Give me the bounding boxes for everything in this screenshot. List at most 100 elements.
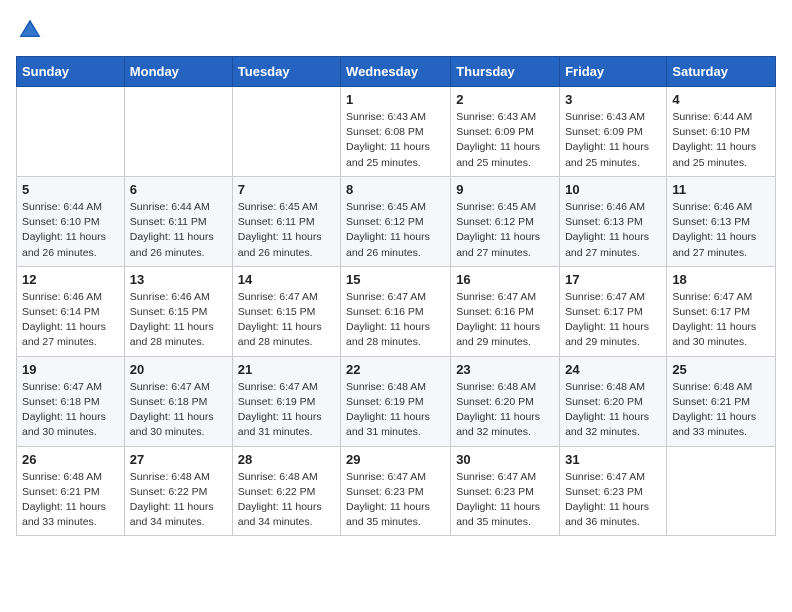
calendar-cell: 25Sunrise: 6:48 AMSunset: 6:21 PMDayligh…: [667, 356, 776, 446]
day-info: Sunrise: 6:47 AMSunset: 6:23 PMDaylight:…: [456, 470, 554, 531]
calendar-cell: 4 Sunrise: 6:44 AMSunset: 6:10 PMDaylight…: [667, 87, 776, 177]
day-number: 31: [565, 452, 661, 467]
calendar-cell: 28 Sunrise: 6:48 AMSunset: 6:22 PMDayligh…: [232, 446, 340, 536]
calendar-cell: [124, 87, 232, 177]
day-info: Sunrise: 6:47 AMSunset: 6:23 PMDaylight:…: [565, 470, 661, 531]
day-number: 24: [565, 362, 661, 377]
day-number: 9: [456, 182, 554, 197]
calendar-cell: 9 Sunrise: 6:45 AMSunset: 6:12 PMDaylight…: [451, 176, 560, 266]
day-number: 18: [672, 272, 770, 287]
calendar-week-row: 1 Sunrise: 6:43 AMSunset: 6:08 PMDaylight…: [17, 87, 776, 177]
day-info: Sunrise: 6:47 AMSunset: 6:18 PMDaylight:…: [22, 380, 119, 441]
day-number: 25: [672, 362, 770, 377]
day-header-friday: Friday: [560, 57, 667, 87]
day-number: 22: [346, 362, 445, 377]
calendar-cell: 16Sunrise: 6:47 AMSunset: 6:16 PMDayligh…: [451, 266, 560, 356]
calendar-cell: 29 Sunrise: 6:47 AMSunset: 6:23 PMDayligh…: [341, 446, 451, 536]
day-info: Sunrise: 6:47 AMSunset: 6:15 PMDaylight:…: [238, 290, 335, 351]
page-header: [16, 16, 776, 44]
day-number: 2: [456, 92, 554, 107]
day-number: 14: [238, 272, 335, 287]
day-info: Sunrise: 6:45 AMSunset: 6:12 PMDaylight:…: [346, 200, 445, 261]
day-number: 5: [22, 182, 119, 197]
day-header-monday: Monday: [124, 57, 232, 87]
day-number: 29: [346, 452, 445, 467]
calendar-cell: 11 Sunrise: 6:46 AMSunset: 6:13 PMDayligh…: [667, 176, 776, 266]
day-info: Sunrise: 6:48 AMSunset: 6:22 PMDaylight:…: [130, 470, 227, 531]
day-number: 30: [456, 452, 554, 467]
day-info: Sunrise: 6:43 AMSunset: 6:09 PMDaylight:…: [565, 110, 661, 171]
day-info: Sunrise: 6:47 AMSunset: 6:16 PMDaylight:…: [346, 290, 445, 351]
calendar-cell: 14 Sunrise: 6:47 AMSunset: 6:15 PMDayligh…: [232, 266, 340, 356]
calendar-cell: 18 Sunrise: 6:47 AMSunset: 6:17 PMDayligh…: [667, 266, 776, 356]
calendar-cell: 1 Sunrise: 6:43 AMSunset: 6:08 PMDaylight…: [341, 87, 451, 177]
day-number: 6: [130, 182, 227, 197]
day-number: 10: [565, 182, 661, 197]
day-number: 11: [672, 182, 770, 197]
day-number: 4: [672, 92, 770, 107]
calendar-table: SundayMondayTuesdayWednesdayThursdayFrid…: [16, 56, 776, 536]
day-number: 3: [565, 92, 661, 107]
calendar-cell: 21 Sunrise: 6:47 AMSunset: 6:19 PMDayligh…: [232, 356, 340, 446]
calendar-cell: 17 Sunrise: 6:47 AMSunset: 6:17 PMDayligh…: [560, 266, 667, 356]
calendar-week-row: 5 Sunrise: 6:44 AMSunset: 6:10 PMDaylight…: [17, 176, 776, 266]
day-info: Sunrise: 6:48 AMSunset: 6:20 PMDaylight:…: [565, 380, 661, 441]
calendar-cell: 13 Sunrise: 6:46 AMSunset: 6:15 PMDayligh…: [124, 266, 232, 356]
day-info: Sunrise: 6:46 AMSunset: 6:14 PMDaylight:…: [22, 290, 119, 351]
day-info: Sunrise: 6:47 AMSunset: 6:17 PMDaylight:…: [565, 290, 661, 351]
day-info: Sunrise: 6:44 AMSunset: 6:10 PMDaylight:…: [22, 200, 119, 261]
day-info: Sunrise: 6:43 AMSunset: 6:09 PMDaylight:…: [456, 110, 554, 171]
calendar-cell: 22 Sunrise: 6:48 AMSunset: 6:19 PMDayligh…: [341, 356, 451, 446]
logo-icon: [16, 16, 44, 44]
calendar-cell: 19Sunrise: 6:47 AMSunset: 6:18 PMDayligh…: [17, 356, 125, 446]
day-number: 16: [456, 272, 554, 287]
day-number: 27: [130, 452, 227, 467]
calendar-cell: 24 Sunrise: 6:48 AMSunset: 6:20 PMDayligh…: [560, 356, 667, 446]
day-number: 15: [346, 272, 445, 287]
calendar-cell: [232, 87, 340, 177]
day-info: Sunrise: 6:44 AMSunset: 6:10 PMDaylight:…: [672, 110, 770, 171]
days-header-row: SundayMondayTuesdayWednesdayThursdayFrid…: [17, 57, 776, 87]
day-number: 20: [130, 362, 227, 377]
day-info: Sunrise: 6:48 AMSunset: 6:20 PMDaylight:…: [456, 380, 554, 441]
calendar-cell: 7Sunrise: 6:45 AMSunset: 6:11 PMDaylight…: [232, 176, 340, 266]
day-info: Sunrise: 6:45 AMSunset: 6:12 PMDaylight:…: [456, 200, 554, 261]
day-number: 8: [346, 182, 445, 197]
day-header-tuesday: Tuesday: [232, 57, 340, 87]
day-header-sunday: Sunday: [17, 57, 125, 87]
day-info: Sunrise: 6:48 AMSunset: 6:22 PMDaylight:…: [238, 470, 335, 531]
day-number: 1: [346, 92, 445, 107]
calendar-cell: 12 Sunrise: 6:46 AMSunset: 6:14 PMDayligh…: [17, 266, 125, 356]
day-number: 26: [22, 452, 119, 467]
day-info: Sunrise: 6:47 AMSunset: 6:23 PMDaylight:…: [346, 470, 445, 531]
calendar-cell: 20Sunrise: 6:47 AMSunset: 6:18 PMDayligh…: [124, 356, 232, 446]
calendar-cell: 27 Sunrise: 6:48 AMSunset: 6:22 PMDayligh…: [124, 446, 232, 536]
day-info: Sunrise: 6:46 AMSunset: 6:15 PMDaylight:…: [130, 290, 227, 351]
day-number: 12: [22, 272, 119, 287]
day-info: Sunrise: 6:47 AMSunset: 6:17 PMDaylight:…: [672, 290, 770, 351]
calendar-week-row: 12 Sunrise: 6:46 AMSunset: 6:14 PMDayligh…: [17, 266, 776, 356]
day-info: Sunrise: 6:43 AMSunset: 6:08 PMDaylight:…: [346, 110, 445, 171]
day-number: 21: [238, 362, 335, 377]
logo: [16, 16, 48, 44]
calendar-cell: 3 Sunrise: 6:43 AMSunset: 6:09 PMDaylight…: [560, 87, 667, 177]
day-info: Sunrise: 6:48 AMSunset: 6:19 PMDaylight:…: [346, 380, 445, 441]
calendar-cell: 26Sunrise: 6:48 AMSunset: 6:21 PMDayligh…: [17, 446, 125, 536]
calendar-cell: 23 Sunrise: 6:48 AMSunset: 6:20 PMDayligh…: [451, 356, 560, 446]
day-header-wednesday: Wednesday: [341, 57, 451, 87]
day-number: 23: [456, 362, 554, 377]
calendar-cell: [17, 87, 125, 177]
day-number: 17: [565, 272, 661, 287]
calendar-cell: 10Sunrise: 6:46 AMSunset: 6:13 PMDayligh…: [560, 176, 667, 266]
calendar-cell: 30 Sunrise: 6:47 AMSunset: 6:23 PMDayligh…: [451, 446, 560, 536]
day-info: Sunrise: 6:45 AMSunset: 6:11 PMDaylight:…: [238, 200, 335, 261]
day-number: 13: [130, 272, 227, 287]
day-header-thursday: Thursday: [451, 57, 560, 87]
day-header-saturday: Saturday: [667, 57, 776, 87]
day-number: 28: [238, 452, 335, 467]
calendar-week-row: 26Sunrise: 6:48 AMSunset: 6:21 PMDayligh…: [17, 446, 776, 536]
day-info: Sunrise: 6:44 AMSunset: 6:11 PMDaylight:…: [130, 200, 227, 261]
day-info: Sunrise: 6:46 AMSunset: 6:13 PMDaylight:…: [672, 200, 770, 261]
day-info: Sunrise: 6:47 AMSunset: 6:19 PMDaylight:…: [238, 380, 335, 441]
calendar-cell: 2 Sunrise: 6:43 AMSunset: 6:09 PMDaylight…: [451, 87, 560, 177]
